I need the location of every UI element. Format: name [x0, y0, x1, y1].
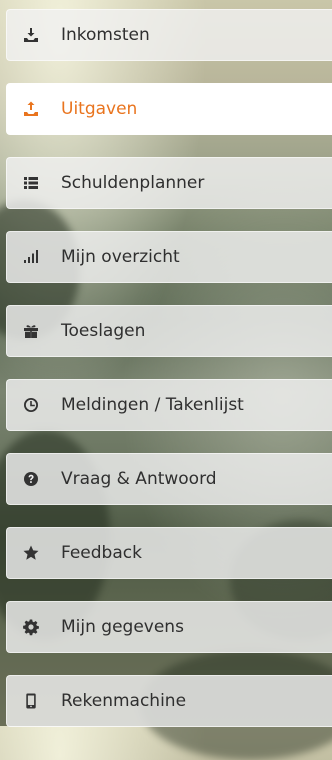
menu-item-label: Feedback: [61, 543, 142, 563]
menu-item-label: Mijn gegevens: [61, 617, 184, 637]
menu-item-label: Mijn overzicht: [61, 247, 180, 267]
menu-item-label: Uitgaven: [61, 99, 138, 119]
inbox-out-icon: [21, 99, 41, 119]
signal-bars-icon: [21, 247, 41, 267]
inbox-in-icon: [21, 25, 41, 45]
menu-item-label: Toeslagen: [61, 321, 146, 341]
clock-icon: [21, 395, 41, 415]
menu-item-mijn-overzicht[interactable]: Mijn overzicht: [6, 231, 332, 283]
menu-item-meldingen-takenlijst[interactable]: Meldingen / Takenlijst: [6, 379, 332, 431]
menu-item-mijn-gegevens[interactable]: Mijn gegevens: [6, 601, 332, 653]
mobile-icon: [21, 691, 41, 711]
menu-item-label: Inkomsten: [61, 25, 150, 45]
question-circle-icon: [21, 469, 41, 489]
menu-item-uitgaven[interactable]: Uitgaven: [6, 83, 332, 135]
gear-icon: [21, 617, 41, 637]
gift-icon: [21, 321, 41, 341]
menu-item-label: Meldingen / Takenlijst: [61, 395, 244, 415]
menu-item-vraag-antwoord[interactable]: Vraag & Antwoord: [6, 453, 332, 505]
menu-item-label: Vraag & Antwoord: [61, 469, 217, 489]
menu-item-feedback[interactable]: Feedback: [6, 527, 332, 579]
menu-item-label: Rekenmachine: [61, 691, 187, 711]
menu-item-schuldenplanner[interactable]: Schuldenplanner: [6, 157, 332, 209]
menu-item-toeslagen[interactable]: Toeslagen: [6, 305, 332, 357]
list-icon: [21, 173, 41, 193]
star-icon: [21, 543, 41, 563]
menu-item-inkomsten[interactable]: Inkomsten: [6, 9, 332, 61]
menu-item-label: Schuldenplanner: [61, 173, 205, 193]
menu-item-rekenmachine[interactable]: Rekenmachine: [6, 675, 332, 727]
